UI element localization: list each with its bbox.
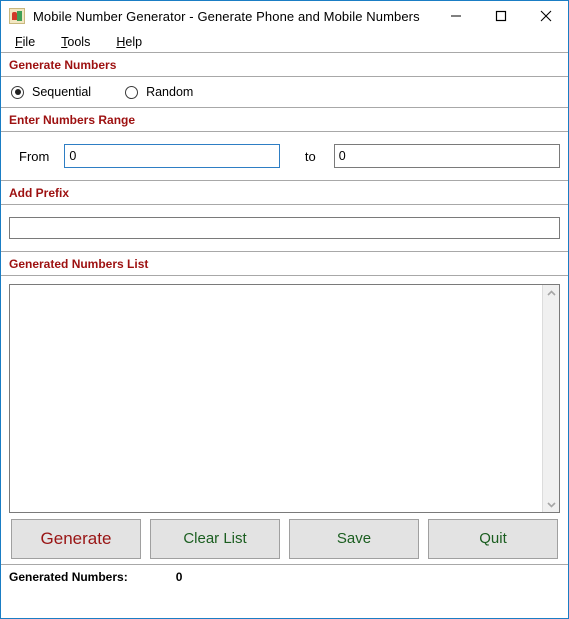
numbers-range-panel: From 0 to 0	[1, 132, 568, 181]
scrollbar-track[interactable]	[543, 301, 559, 496]
status-value: 0	[175, 570, 183, 584]
listbox-scrollbar[interactable]	[542, 285, 559, 512]
menu-help-rest: elp	[125, 34, 143, 49]
menu-file-rest: ile	[22, 34, 36, 49]
menu-tools-rest: ools	[67, 34, 91, 49]
menu-file-accel: F	[15, 34, 23, 49]
numbers-range-row: From 0 to 0	[1, 132, 568, 180]
generated-numbers-content[interactable]	[10, 285, 542, 512]
save-button[interactable]: Save	[289, 518, 419, 559]
section-header-generated-list: Generated Numbers List	[1, 252, 568, 276]
section-header-add-prefix: Add Prefix	[1, 181, 568, 205]
prefix-input[interactable]	[9, 217, 560, 239]
clear-list-button[interactable]: Clear List	[150, 518, 280, 559]
action-buttons-row: Generate Clear List Save Quit	[1, 513, 568, 565]
generate-button[interactable]: Generate	[11, 518, 141, 559]
radio-random-indicator[interactable]	[125, 85, 139, 99]
scroll-down-arrow	[546, 501, 556, 508]
radio-sequential[interactable]: Sequential	[11, 85, 91, 99]
generated-numbers-listbox[interactable]	[9, 284, 560, 513]
app-window: Mobile Number Generator - Generate Phone…	[0, 0, 569, 619]
close-icon	[540, 10, 551, 22]
window-controls	[433, 1, 568, 31]
app-icon-green-mark	[17, 11, 22, 21]
section-header-generate-numbers: Generate Numbers	[1, 53, 568, 77]
radio-random-label: Random	[146, 85, 194, 99]
menu-item-file[interactable]: File	[15, 35, 35, 49]
minimize-icon	[450, 15, 461, 17]
scroll-up-arrow	[546, 289, 556, 296]
generate-numbers-panel: Sequential Random	[1, 77, 568, 108]
scroll-down-button[interactable]	[543, 496, 559, 512]
to-label: to	[304, 148, 316, 164]
add-prefix-row	[1, 205, 568, 251]
status-bar: Generated Numbers: 0	[1, 565, 568, 589]
radio-sequential-indicator[interactable]	[11, 85, 24, 99]
maximize-button[interactable]	[478, 1, 523, 31]
app-icon	[9, 8, 25, 24]
maximize-icon	[495, 10, 506, 22]
status-label: Generated Numbers:	[9, 570, 128, 584]
from-input[interactable]: 0	[64, 144, 280, 168]
generate-mode-radio-group: Sequential Random	[1, 77, 568, 107]
minimize-button[interactable]	[433, 1, 478, 31]
add-prefix-panel	[1, 205, 568, 252]
radio-random[interactable]: Random	[125, 85, 193, 99]
generated-list-panel	[1, 276, 568, 513]
menu-bar: File Tools Help	[1, 31, 568, 53]
section-header-numbers-range: Enter Numbers Range	[1, 108, 568, 132]
to-input[interactable]: 0	[333, 144, 560, 168]
window-title: Mobile Number Generator - Generate Phone…	[33, 8, 420, 24]
quit-button[interactable]: Quit	[428, 518, 558, 559]
radio-sequential-label: Sequential	[32, 85, 92, 99]
menu-item-tools[interactable]: Tools	[61, 35, 90, 49]
from-label: From	[19, 148, 50, 164]
scroll-up-button[interactable]	[543, 285, 559, 301]
menu-item-help[interactable]: Help	[116, 35, 142, 49]
close-button[interactable]	[523, 1, 568, 31]
title-bar: Mobile Number Generator - Generate Phone…	[1, 1, 568, 31]
